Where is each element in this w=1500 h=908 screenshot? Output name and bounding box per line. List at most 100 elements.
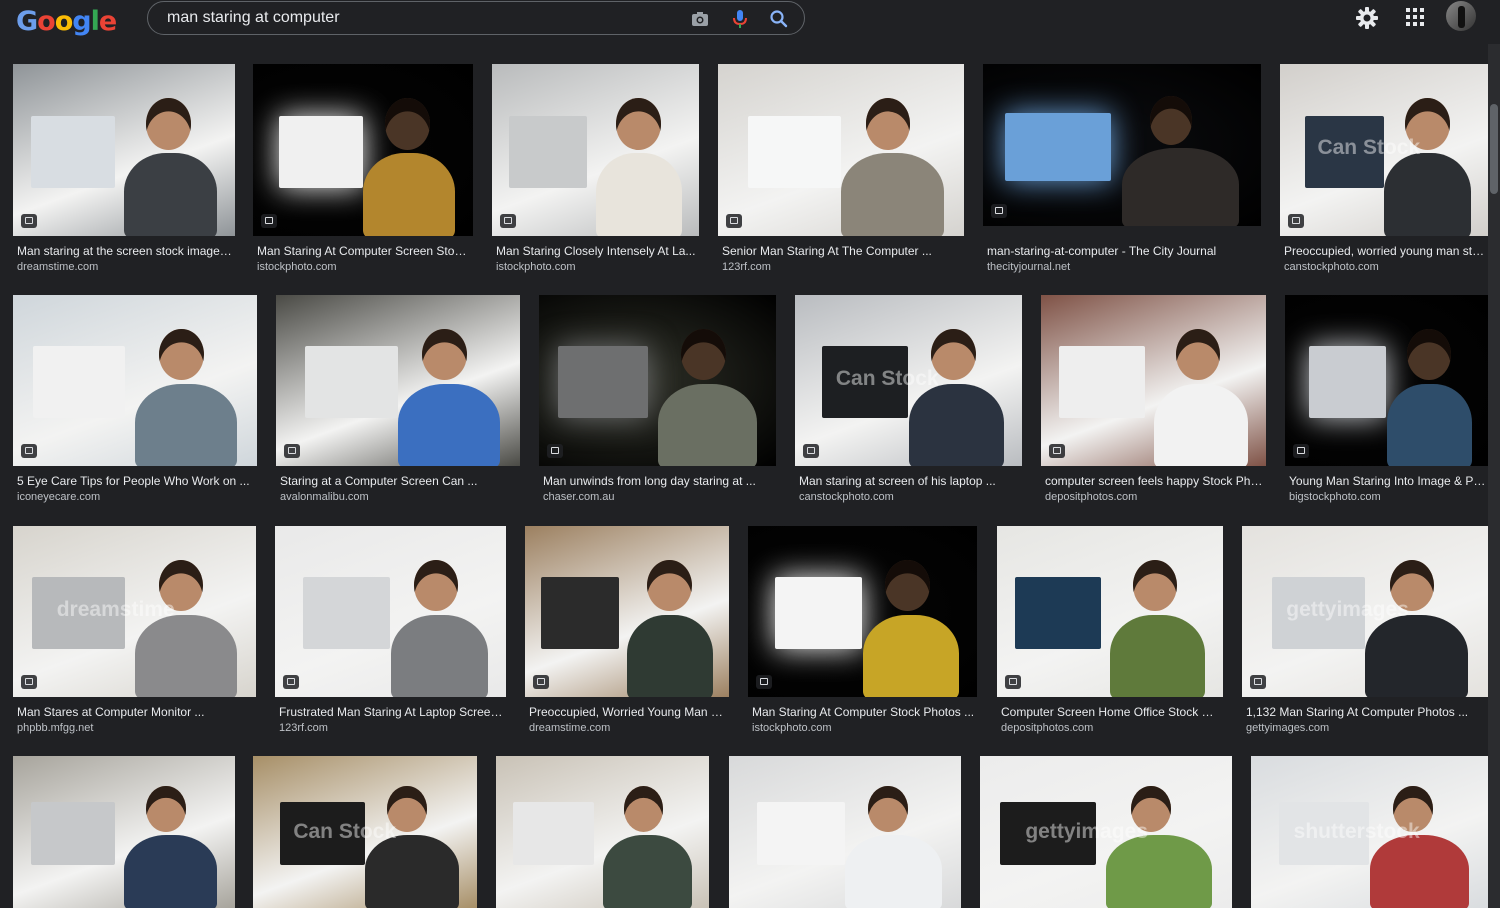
result-thumbnail[interactable]: Can Stock xyxy=(1280,64,1488,236)
result-source[interactable]: iconeyecare.com xyxy=(17,491,100,503)
image-type-icon xyxy=(991,204,1007,218)
account-avatar[interactable] xyxy=(1446,1,1476,31)
result-title[interactable]: man-staring-at-computer - The City Journ… xyxy=(987,244,1259,258)
search-input[interactable]: man staring at computer xyxy=(167,9,340,27)
settings-gear-icon[interactable] xyxy=(1354,5,1380,31)
result-thumbnail[interactable] xyxy=(13,295,257,466)
computer-screen-shape xyxy=(305,346,398,419)
person-shape xyxy=(1365,614,1469,697)
result-title[interactable]: Senior Man Staring At The Computer ... xyxy=(722,244,962,258)
result-title[interactable]: Computer Screen Home Office Stock Ph... xyxy=(1001,705,1221,719)
result-source[interactable]: istockphoto.com xyxy=(752,722,831,734)
result-source[interactable]: 123rf.com xyxy=(279,722,328,734)
result-source[interactable]: bigstockphoto.com xyxy=(1289,491,1381,503)
result-source[interactable]: depositphotos.com xyxy=(1045,491,1137,503)
person-head-shape xyxy=(413,560,459,612)
search-box[interactable]: man staring at computer xyxy=(147,1,805,35)
computer-screen-shape xyxy=(1015,577,1101,650)
result-title[interactable]: computer screen feels happy Stock Pho... xyxy=(1045,474,1264,488)
watermark-text: dreamstime xyxy=(56,597,175,621)
person-head-shape xyxy=(1406,329,1452,381)
result-source[interactable]: chaser.com.au xyxy=(543,491,615,503)
result-thumbnail[interactable] xyxy=(718,64,964,236)
result-source[interactable]: canstockphoto.com xyxy=(799,491,894,503)
image-type-icon xyxy=(803,444,819,458)
person-head-shape xyxy=(422,329,467,381)
person-shape xyxy=(627,614,713,697)
result-title[interactable]: Young Man Staring Into Image & Ph... xyxy=(1289,474,1486,488)
person-shape xyxy=(657,383,758,466)
result-thumbnail[interactable]: gettyimages xyxy=(1242,526,1488,697)
result-source[interactable]: istockphoto.com xyxy=(257,261,336,273)
result-thumbnail[interactable] xyxy=(983,64,1261,226)
result-thumbnail[interactable] xyxy=(276,295,520,466)
person-head-shape xyxy=(1132,560,1178,612)
result-thumbnail[interactable] xyxy=(275,526,506,697)
result-thumbnail[interactable]: dreamstime xyxy=(13,526,256,697)
result-thumbnail[interactable] xyxy=(1285,295,1488,466)
result-source[interactable]: phpbb.mfgg.net xyxy=(17,722,93,734)
result-title[interactable]: Man Staring At Computer Screen Stock... xyxy=(257,244,471,258)
person-head-shape xyxy=(1176,329,1221,381)
computer-screen-shape xyxy=(32,346,126,419)
result-title[interactable]: 5 Eye Care Tips for People Who Work on .… xyxy=(17,474,255,488)
result-thumbnail[interactable] xyxy=(13,64,235,236)
person-head-shape xyxy=(623,786,664,832)
result-source[interactable]: thecityjournal.net xyxy=(987,261,1070,273)
result-thumbnail[interactable] xyxy=(525,526,729,697)
result-source[interactable]: istockphoto.com xyxy=(496,261,575,273)
result-title[interactable]: Man Staring At Computer Stock Photos ... xyxy=(752,705,975,719)
computer-screen-shape xyxy=(30,801,116,866)
scrollbar-thumb[interactable] xyxy=(1490,104,1498,194)
result-source[interactable]: dreamstime.com xyxy=(529,722,610,734)
camera-icon[interactable] xyxy=(689,8,711,30)
google-doodle-logo[interactable]: Google xyxy=(16,4,117,40)
result-source[interactable]: canstockphoto.com xyxy=(1284,261,1379,273)
computer-screen-shape xyxy=(1309,346,1387,419)
result-source[interactable]: avalonmalibu.com xyxy=(280,491,369,503)
image-type-icon xyxy=(756,675,772,689)
computer-screen-shape xyxy=(508,115,588,188)
person-shape xyxy=(390,614,488,697)
result-thumbnail[interactable] xyxy=(748,526,977,697)
person-head-shape xyxy=(616,98,661,150)
result-title[interactable]: Man unwinds from long day staring at ... xyxy=(543,474,774,488)
person-shape xyxy=(1386,383,1472,466)
result-title[interactable]: Frustrated Man Staring At Laptop Screen.… xyxy=(279,705,504,719)
result-thumbnail[interactable] xyxy=(1041,295,1266,466)
result-title[interactable]: Preoccupied, Worried Young Man S... xyxy=(529,705,727,719)
result-thumbnail[interactable]: Can Stock xyxy=(253,756,477,908)
microphone-icon[interactable] xyxy=(729,8,751,30)
person-shape xyxy=(1153,383,1248,466)
person-head-shape xyxy=(385,98,430,150)
result-thumbnail[interactable] xyxy=(997,526,1223,697)
result-thumbnail[interactable] xyxy=(492,64,699,236)
search-icon[interactable] xyxy=(768,8,790,30)
result-thumbnail[interactable] xyxy=(539,295,776,466)
image-type-icon xyxy=(21,214,37,228)
result-title[interactable]: Man Stares at Computer Monitor ... xyxy=(17,705,254,719)
result-title[interactable]: 1,132 Man Staring At Computer Photos ... xyxy=(1246,705,1486,719)
result-thumbnail[interactable]: Can Stock xyxy=(795,295,1022,466)
result-thumbnail[interactable] xyxy=(496,756,709,908)
result-title[interactable]: Man staring at the screen stock image ..… xyxy=(17,244,233,258)
result-thumbnail[interactable]: shutterstock xyxy=(1251,756,1488,908)
result-title[interactable]: Man Staring Closely Intensely At La... xyxy=(496,244,697,258)
result-title[interactable]: Staring at a Computer Screen Can ... xyxy=(280,474,518,488)
apps-grid-icon[interactable] xyxy=(1404,6,1426,28)
result-title[interactable]: Man staring at screen of his laptop ... xyxy=(799,474,1020,488)
image-type-icon xyxy=(533,675,549,689)
result-source[interactable]: dreamstime.com xyxy=(17,261,98,273)
result-thumbnail[interactable]: gettyimages xyxy=(980,756,1232,908)
result-thumbnail[interactable] xyxy=(253,64,473,236)
scrollbar[interactable] xyxy=(1488,44,1500,908)
result-source[interactable]: 123rf.com xyxy=(722,261,771,273)
result-thumbnail[interactable] xyxy=(13,756,235,908)
result-source[interactable]: gettyimages.com xyxy=(1246,722,1329,734)
result-title[interactable]: Preoccupied, worried young man sta... xyxy=(1284,244,1486,258)
image-type-icon xyxy=(500,214,516,228)
person-shape xyxy=(135,383,238,466)
result-source[interactable]: depositphotos.com xyxy=(1001,722,1093,734)
image-type-icon xyxy=(283,675,299,689)
result-thumbnail[interactable] xyxy=(729,756,961,908)
